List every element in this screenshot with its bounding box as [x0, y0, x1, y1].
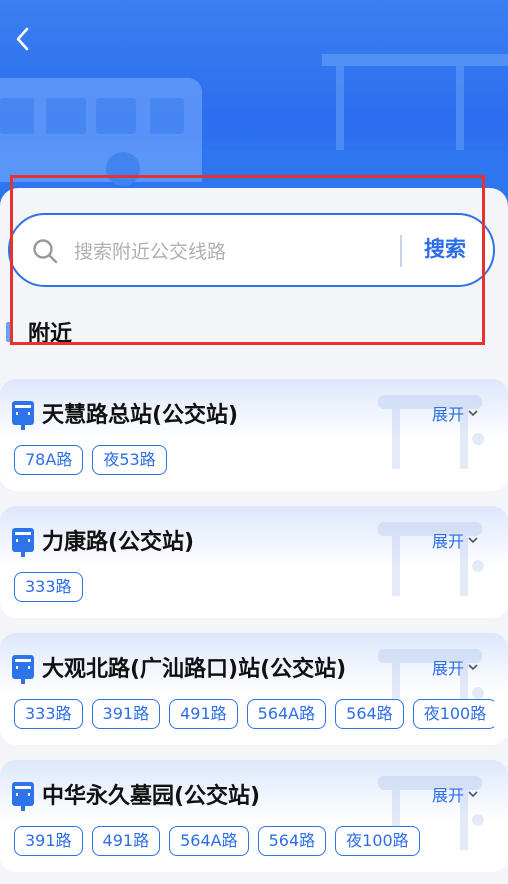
- route-chip[interactable]: 夜100路: [412, 699, 494, 729]
- chevron-down-icon: [468, 537, 478, 544]
- bus-stop-icon: [12, 782, 34, 811]
- stop-name: 大观北路(广汕路口)站(公交站): [42, 657, 347, 682]
- expand-label: 展开: [432, 405, 465, 424]
- route-chip[interactable]: 564路: [335, 699, 404, 729]
- route-chip[interactable]: 564A路: [246, 699, 327, 729]
- bus-stop-icon: [12, 655, 34, 684]
- stop-name: 天慧路总站(公交站): [42, 403, 239, 428]
- bus-stop-icon: [12, 401, 34, 430]
- route-chip[interactable]: 夜53路: [92, 445, 167, 475]
- route-chip[interactable]: 391路: [91, 699, 161, 729]
- chevron-down-icon: [468, 664, 478, 671]
- expand-label: 展开: [432, 532, 465, 551]
- chevron-down-icon: [468, 791, 478, 798]
- route-list: 391路 491路 564A路 564路 夜100路: [14, 826, 494, 858]
- back-button[interactable]: [8, 22, 36, 56]
- route-chip[interactable]: 333路: [14, 699, 83, 729]
- expand-button[interactable]: 展开: [432, 528, 479, 552]
- search-divider: [400, 235, 402, 267]
- stop-card[interactable]: 力康路(公交站) 展开 333路: [0, 506, 508, 618]
- expand-button[interactable]: 展开: [432, 401, 479, 425]
- header-banner: [0, 0, 508, 210]
- route-chip[interactable]: 564A路: [169, 826, 249, 856]
- section-title: 附近: [28, 322, 73, 347]
- stop-card[interactable]: 天慧路总站(公交站) 展开 78A路 夜53路: [0, 379, 508, 491]
- expand-button[interactable]: 展开: [432, 655, 479, 679]
- route-chip[interactable]: 564路: [257, 826, 327, 856]
- expand-label: 展开: [432, 659, 465, 678]
- expand-label: 展开: [432, 786, 465, 805]
- route-chip[interactable]: 391路: [14, 826, 83, 856]
- bus-shelter-illustration: [322, 54, 508, 66]
- stop-name: 力康路(公交站): [42, 530, 195, 555]
- search-button[interactable]: 搜索: [424, 233, 466, 263]
- stop-card[interactable]: 中华永久墓园(公交站) 展开 391路 491路 564A路 564路 夜100路: [0, 760, 508, 872]
- search-icon: [33, 239, 58, 264]
- route-chip[interactable]: 491路: [91, 826, 161, 856]
- route-chip[interactable]: 78A路: [14, 445, 84, 475]
- expand-button[interactable]: 展开: [432, 782, 479, 806]
- route-list: 333路 391路 491路 564A路 564路 夜100路: [14, 699, 494, 731]
- bus-stop-icon: [12, 528, 34, 557]
- chevron-down-icon: [468, 410, 478, 417]
- route-list: 78A路 夜53路: [14, 445, 494, 477]
- stop-name: 中华永久墓园(公交站): [42, 784, 261, 809]
- search-bar: 搜索: [8, 213, 495, 287]
- bus-illustration: [0, 78, 202, 186]
- route-list: 333路: [14, 572, 494, 604]
- section-marker: [6, 322, 13, 342]
- search-input[interactable]: [72, 235, 396, 269]
- route-chip[interactable]: 夜100路: [335, 826, 420, 856]
- route-chip[interactable]: 333路: [14, 572, 83, 602]
- route-chip[interactable]: 491路: [169, 699, 238, 729]
- chevron-left-icon: [16, 27, 29, 51]
- stop-card[interactable]: 大观北路(广汕路口)站(公交站) 展开 333路 391路 491路 564A路 564…: [0, 633, 508, 745]
